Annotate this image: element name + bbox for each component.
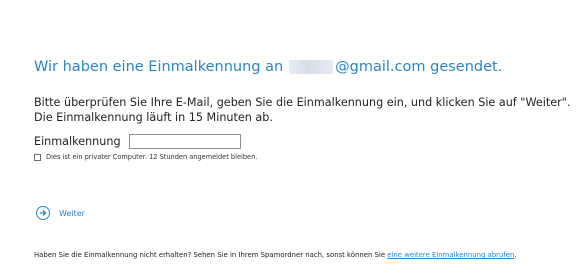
footer-help: Haben Sie die Einmalkennung nicht erhalt…	[34, 250, 574, 261]
next-button-label[interactable]: Weiter	[59, 209, 85, 218]
remember-checkbox[interactable]	[34, 153, 41, 161]
remember-label[interactable]: Dies ist ein privater Computer. 12 Stund…	[46, 153, 257, 161]
arrow-right-circle-icon[interactable]	[36, 206, 50, 220]
code-row: Einmalkennung	[34, 134, 241, 149]
redacted-email-user	[289, 60, 334, 74]
code-label: Einmalkennung	[34, 135, 121, 148]
footer-end: .	[514, 251, 517, 259]
heading-suffix: @gmail.com gesendet.	[335, 59, 503, 75]
footer-text: Haben Sie die Einmalkennung nicht erhalt…	[34, 251, 388, 259]
code-input[interactable]	[128, 134, 241, 149]
heading-prefix: Wir haben eine Einmalkennung an	[34, 59, 284, 75]
remember-row[interactable]: Dies ist ein privater Computer. 12 Stund…	[34, 153, 257, 161]
instructions-text: Bitte überprüfen Sie Ihre E-Mail, geben …	[34, 96, 571, 124]
next-button[interactable]: Weiter	[36, 206, 85, 220]
page-heading: Wir haben eine Einmalkennung an @gmail.c…	[34, 59, 502, 75]
resend-code-link[interactable]: eine weitere Einmalkennung abrufen	[387, 251, 514, 259]
